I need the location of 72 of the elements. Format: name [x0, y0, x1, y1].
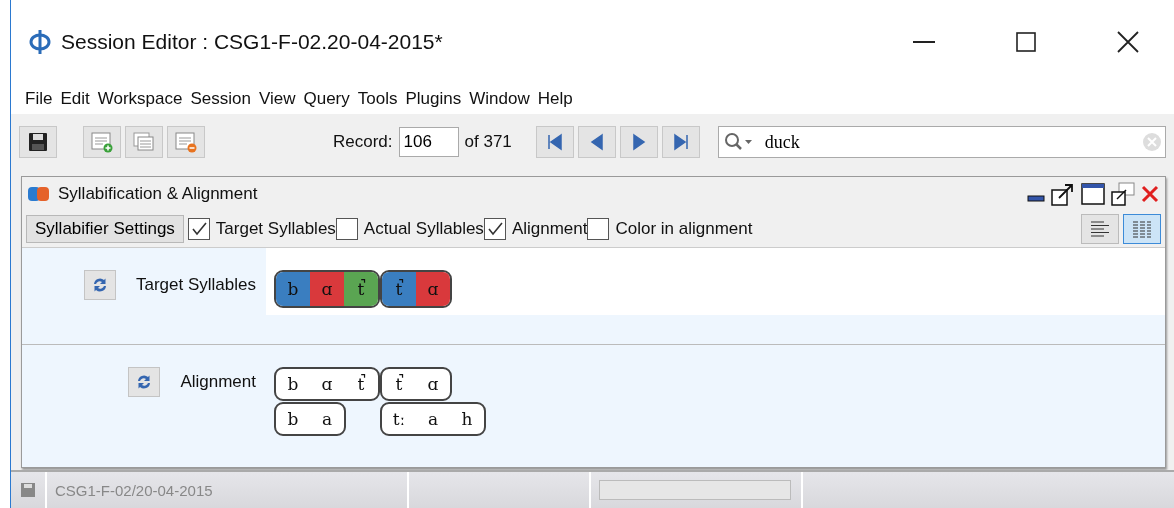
checkbox-label: Color in alignment [615, 219, 753, 239]
delete-record-button[interactable] [167, 126, 205, 158]
menu-item[interactable]: Session [186, 89, 255, 109]
record-label: Record: [333, 132, 393, 152]
columns-icon[interactable] [1132, 220, 1152, 238]
last-record-button[interactable] [661, 126, 700, 158]
checkbox[interactable] [483, 218, 506, 240]
phone: a [320, 408, 334, 431]
panel-icon [28, 186, 50, 202]
phone: b [276, 272, 310, 306]
add-record-button[interactable] [83, 126, 121, 158]
row-label: Target Syllables [136, 274, 256, 296]
phone: t̚ [382, 272, 416, 306]
menu-item[interactable]: Help [533, 89, 577, 109]
phone: b [286, 373, 300, 396]
phone: h [460, 408, 474, 431]
checkbox[interactable] [587, 218, 610, 240]
phone: t̚ [394, 373, 404, 396]
syllable[interactable]: t̚ ɑ [380, 270, 452, 308]
checkbox[interactable] [335, 218, 358, 240]
menu-item[interactable]: Edit [56, 89, 94, 109]
refresh-button[interactable] [128, 367, 161, 397]
checkbox-label: Actual Syllables [363, 219, 484, 239]
phone: t̚ [356, 373, 366, 396]
checkbox[interactable] [187, 218, 210, 240]
previous-record-button[interactable] [577, 126, 616, 158]
phone: ɑ [310, 272, 344, 306]
menu-item[interactable]: Workspace [93, 89, 187, 109]
row-label: Alignment [180, 371, 256, 393]
next-record-button[interactable] [619, 126, 658, 158]
window-title: Session Editor : CSG1-F-02.20-04-2015* [61, 30, 444, 54]
add-document-icon[interactable] [90, 131, 114, 153]
status-text: CSG1-F-02/20-04-2015 [54, 481, 214, 499]
alignment-group[interactable]: b ɑ t̚ [274, 367, 380, 401]
text-lines-icon[interactable] [1090, 220, 1110, 238]
menu-item[interactable]: Query [299, 89, 354, 109]
phone: a [426, 408, 440, 431]
phone: tː [391, 408, 407, 431]
text-view-button[interactable] [1081, 214, 1119, 244]
alignment-group[interactable]: b a [274, 402, 346, 436]
maximize-icon[interactable] [1016, 32, 1036, 52]
record-field[interactable]: 106 [398, 127, 459, 157]
search-field[interactable]: duck [717, 126, 1166, 158]
phone: ɑ [320, 373, 334, 396]
search-icon[interactable] [723, 132, 754, 152]
record-total: of 371 [464, 132, 512, 152]
float-icon[interactable] [1111, 182, 1135, 206]
phone: b [286, 408, 300, 431]
syllable[interactable]: b ɑ t̚ [274, 270, 380, 308]
phone: ɑ [416, 272, 450, 306]
alignment-group[interactable]: t̚ ɑ [380, 367, 452, 401]
alignment-group[interactable]: tː a h [380, 402, 486, 436]
menu-item[interactable]: File [21, 89, 57, 109]
maximize-icon[interactable] [1081, 183, 1105, 205]
syllabifier-settings-button[interactable]: Syllabifier Settings [26, 215, 184, 243]
app-logo-icon [29, 29, 51, 55]
save-status-icon [20, 482, 36, 498]
save-button[interactable] [19, 126, 57, 158]
panel-title: Syllabification & Alignment [58, 184, 259, 204]
menu-item[interactable]: View [254, 89, 300, 109]
remove-document-icon[interactable] [174, 131, 198, 153]
phone: ɑ [426, 373, 440, 396]
undock-icon[interactable] [1051, 182, 1075, 206]
menu-item[interactable]: Tools [353, 89, 402, 109]
refresh-button[interactable] [84, 270, 116, 300]
checkbox-label: Alignment [511, 219, 588, 239]
first-record-button[interactable] [535, 126, 574, 158]
close-icon[interactable] [1117, 31, 1139, 53]
menu-item[interactable]: Plugins [401, 89, 466, 109]
checkbox-label: Target Syllables [215, 219, 336, 239]
menu-item[interactable]: Window [465, 89, 534, 109]
phone: t̚ [344, 272, 378, 306]
